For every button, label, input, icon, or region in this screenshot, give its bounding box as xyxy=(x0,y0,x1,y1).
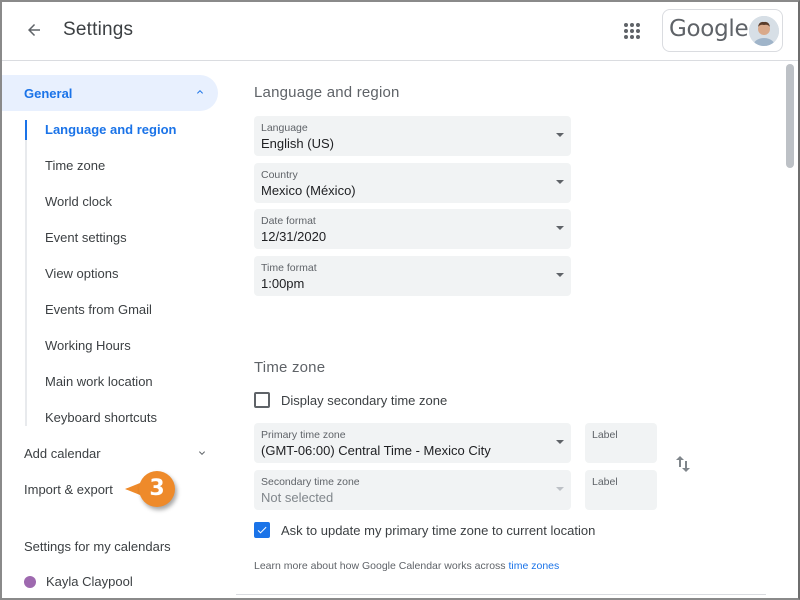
ask-update-timezone-checkbox[interactable]: Ask to update my primary time zone to cu… xyxy=(254,522,595,538)
country-select[interactable]: Country Mexico (México) xyxy=(254,163,571,203)
sidebar-item-language-and-region[interactable]: Language and region xyxy=(45,122,176,137)
account-button[interactable]: Google xyxy=(662,9,783,52)
app-header: Settings Google xyxy=(0,0,800,61)
checkbox-checked-icon[interactable] xyxy=(254,522,270,538)
google-apps-button[interactable] xyxy=(618,17,646,45)
secondary-time-zone-select[interactable]: Secondary time zone Not selected xyxy=(254,470,571,510)
primary-label-input[interactable]: Label xyxy=(585,423,657,463)
apps-grid-dot xyxy=(624,35,628,39)
field-label: Primary time zone xyxy=(261,429,346,441)
my-calendars-heading: Settings for my calendars xyxy=(24,539,171,554)
sidebar-item-working-hours[interactable]: Working Hours xyxy=(45,338,131,353)
secondary-label-input[interactable]: Label xyxy=(585,470,657,510)
sidebar-item-world-clock[interactable]: World clock xyxy=(45,194,112,209)
dropdown-arrow-icon xyxy=(556,273,564,277)
apps-grid-dot xyxy=(630,29,634,33)
learn-more-text: Learn more about how Google Calendar wor… xyxy=(254,560,559,572)
sidebar-item-calendar[interactable]: Kayla Claypool xyxy=(24,574,133,589)
apps-grid-dot xyxy=(636,35,640,39)
checkmark-icon xyxy=(257,526,267,534)
language-region-heading: Language and region xyxy=(254,84,400,101)
apps-grid-dot xyxy=(630,35,634,39)
field-value: 12/31/2020 xyxy=(261,229,327,244)
page-title: Settings xyxy=(63,19,134,40)
calendar-name: Kayla Claypool xyxy=(46,574,133,589)
dropdown-arrow-icon xyxy=(556,133,564,137)
apps-grid-icon xyxy=(624,23,628,27)
sidebar-item-view-options[interactable]: View options xyxy=(45,266,118,281)
time-zone-heading: Time zone xyxy=(254,359,326,376)
sidebar-item-time-zone[interactable]: Time zone xyxy=(45,158,105,173)
field-label: Secondary time zone xyxy=(261,476,360,488)
field-value: Not selected xyxy=(261,490,334,505)
sidebar-item-keyboard-shortcuts[interactable]: Keyboard shortcuts xyxy=(45,410,157,425)
sidebar-item-label: General xyxy=(24,86,73,101)
swap-time-zones-button[interactable] xyxy=(674,454,692,474)
checkbox-unchecked-icon[interactable] xyxy=(254,392,270,408)
sidebar-item-events-from-gmail[interactable]: Events from Gmail xyxy=(45,302,152,317)
field-value: (GMT-06:00) Central Time - Mexico City xyxy=(261,443,491,458)
dropdown-arrow-icon xyxy=(556,226,564,230)
field-label: Time format xyxy=(261,262,317,274)
subnav-active-indicator xyxy=(25,120,27,140)
calendar-color-dot xyxy=(24,575,36,588)
back-button[interactable] xyxy=(20,16,48,44)
sidebar-item-event-settings[interactable]: Event settings xyxy=(45,230,127,245)
apps-grid-dot xyxy=(636,29,640,33)
chevron-down-icon[interactable] xyxy=(196,447,208,459)
apps-grid-dot xyxy=(636,23,640,27)
time-zones-link[interactable]: time zones xyxy=(508,560,559,572)
avatar xyxy=(749,16,779,46)
dropdown-arrow-icon xyxy=(556,487,564,491)
field-label: Label xyxy=(592,429,618,441)
primary-time-zone-select[interactable]: Primary time zone (GMT-06:00) Central Ti… xyxy=(254,423,571,463)
time-format-select[interactable]: Time format 1:00pm xyxy=(254,256,571,296)
display-secondary-checkbox[interactable]: Display secondary time zone xyxy=(254,392,447,408)
settings-sidebar: General Language and region Time zone Wo… xyxy=(0,62,236,600)
step-callout: 3 xyxy=(125,471,181,507)
chevron-up-icon xyxy=(197,90,203,94)
dropdown-arrow-icon xyxy=(556,440,564,444)
sidebar-item-add-calendar[interactable]: Add calendar xyxy=(24,446,101,461)
scrollbar-thumb[interactable] xyxy=(786,64,794,168)
swap-vertical-icon xyxy=(676,456,690,472)
field-label: Date format xyxy=(261,215,316,227)
dropdown-arrow-icon xyxy=(556,180,564,184)
checkbox-label: Ask to update my primary time zone to cu… xyxy=(281,522,596,538)
google-logo: Google xyxy=(669,16,749,42)
callout-number: 3 xyxy=(149,476,165,501)
field-label: Label xyxy=(592,476,618,488)
section-divider xyxy=(236,594,766,595)
apps-grid-dot xyxy=(630,23,634,27)
settings-content: Language and region Language English (US… xyxy=(236,62,786,600)
field-label: Language xyxy=(261,122,308,134)
field-value: 1:00pm xyxy=(261,276,305,291)
field-value: English (US) xyxy=(261,136,334,151)
checkbox-label: Display secondary time zone xyxy=(281,392,448,408)
sidebar-item-import-export[interactable]: Import & export xyxy=(24,482,113,497)
arrow-left-icon xyxy=(28,24,40,36)
learn-more-prefix: Learn more about how Google Calendar wor… xyxy=(254,560,506,572)
apps-grid-dot xyxy=(624,29,628,33)
sidebar-item-main-work-location[interactable]: Main work location xyxy=(45,374,153,389)
language-select[interactable]: Language English (US) xyxy=(254,116,571,156)
date-format-select[interactable]: Date format 12/31/2020 xyxy=(254,209,571,249)
user-photo-icon xyxy=(749,16,779,46)
sidebar-item-general[interactable]: General xyxy=(2,75,218,111)
field-value: Mexico (México) xyxy=(261,183,356,198)
subnav-track xyxy=(25,120,27,426)
field-label: Country xyxy=(261,169,298,181)
